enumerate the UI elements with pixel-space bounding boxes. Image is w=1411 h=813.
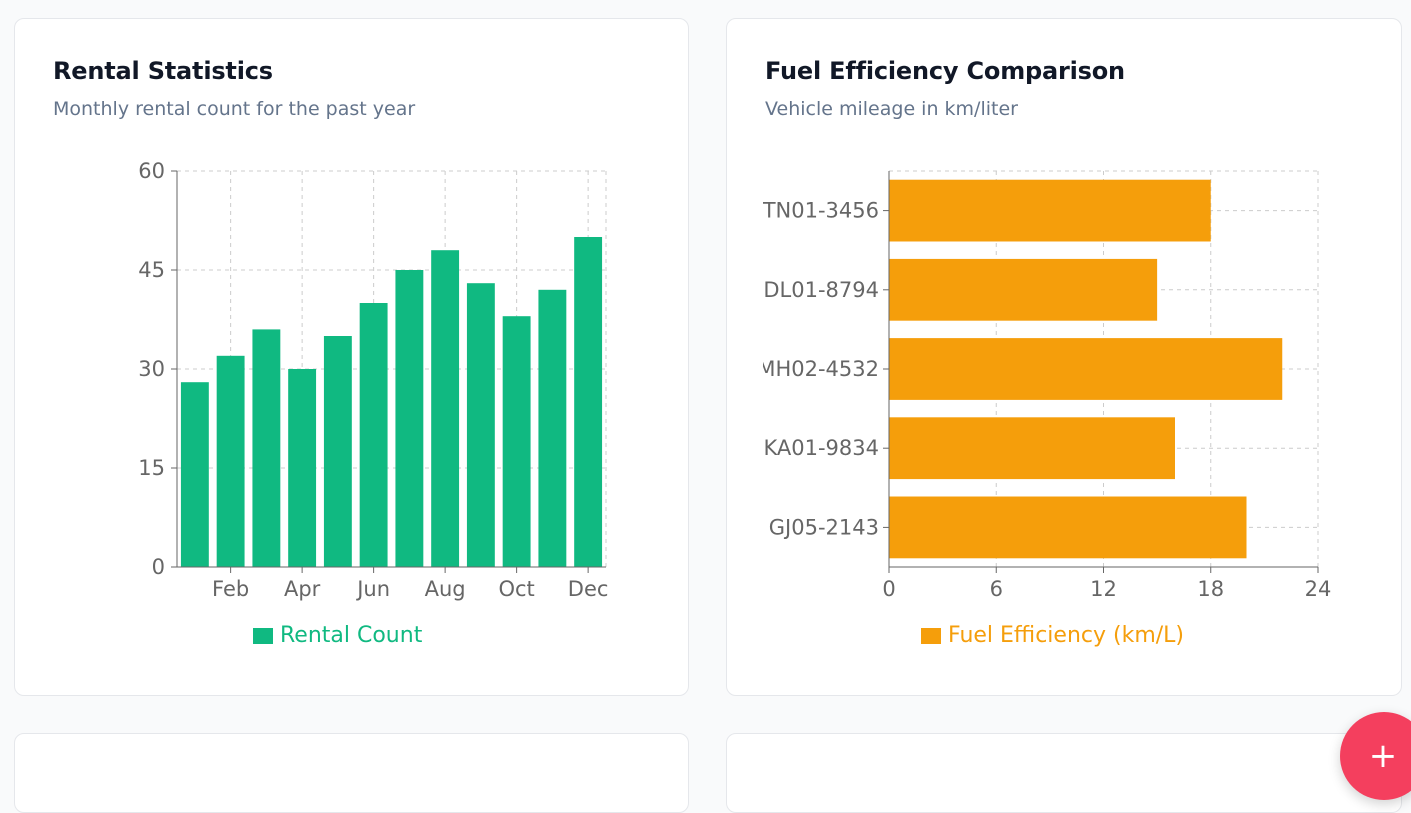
fuel-legend[interactable]: Fuel Efficiency (km/L) [921, 623, 1184, 648]
rental-y-tick-labels: 0 15 30 45 60 [138, 159, 165, 579]
rental-y-tick-label-15: 15 [138, 456, 165, 480]
fuel-x-tick-label-6: 6 [990, 577, 1003, 601]
fuel-y-tick-label-gj05-2143: GJ05-2143 [769, 515, 879, 539]
rental-bar-may [323, 336, 352, 567]
fuel-legend-swatch [921, 628, 941, 644]
rental-bar-aug [431, 250, 460, 567]
rental-y-tick-label-60: 60 [138, 159, 165, 183]
rental-bar-feb [216, 355, 245, 567]
rental-bar-jul [395, 270, 424, 567]
rental-bar-jan [180, 382, 209, 567]
fuel-y-tick-label-mh02-4532: MH02-4532 [757, 357, 879, 381]
fuel-bars [889, 179, 1283, 559]
fuel-x-tick-label-24: 24 [1305, 577, 1332, 601]
rental-x-tick-label-apr: Apr [284, 577, 321, 601]
rental-bar-nov [538, 289, 567, 567]
fuel-bar-ka01-9834 [889, 417, 1175, 480]
rental-x-tick-label-feb: Feb [212, 577, 249, 601]
fuel-x-tick-label-12: 12 [1090, 577, 1117, 601]
rental-bar-sep [466, 283, 495, 567]
rental-bar-apr [288, 369, 317, 567]
fuel-efficiency-card: Fuel Efficiency Comparison Vehicle milea… [726, 18, 1402, 696]
fuel-x-tick-labels: 0 6 12 18 24 [882, 577, 1331, 601]
rental-x-tick-labels: Feb Apr Jun Aug Oct Dec [212, 577, 608, 601]
rental-bar-mar [252, 329, 281, 567]
rental-bar-dec [574, 237, 603, 567]
fuel-chart: TN01-3456 DL01-8794 MH02-4532 KA01-9834 GJ05… [757, 170, 1331, 648]
rental-bar-oct [502, 316, 531, 567]
rental-x-tick-label-oct: Oct [498, 577, 534, 601]
rental-legend-swatch [253, 628, 273, 644]
fuel-y-tick-label-dl01-8794: DL01-8794 [763, 278, 879, 302]
rental-chart: 0 15 30 45 60 Feb Apr Jun Aug Oct Dec Rental Coun… [138, 159, 608, 648]
fuel-bar-gj05-2143 [889, 496, 1247, 559]
rental-y-tick-label-0: 0 [152, 555, 165, 579]
fuel-bar-mh02-4532 [889, 338, 1283, 400]
rental-bar-jun [359, 303, 388, 567]
fuel-y-tick-label-tn01-3456: TN01-3456 [762, 199, 879, 223]
fuel-y-tick-label-ka01-9834: KA01-9834 [763, 436, 879, 460]
rental-legend[interactable]: Rental Count [253, 623, 423, 648]
fuel-legend-label: Fuel Efficiency (km/L) [948, 623, 1184, 648]
rental-y-tick-label-45: 45 [138, 258, 165, 282]
rental-y-tick-label-30: 30 [138, 357, 165, 381]
rental-bars [180, 237, 603, 567]
rental-x-tick-label-dec: Dec [568, 577, 609, 601]
rental-legend-label: Rental Count [280, 623, 423, 648]
bottom-left-card [14, 733, 689, 813]
fuel-x-tick-label-18: 18 [1197, 577, 1224, 601]
fuel-bar-tn01-3456 [889, 179, 1211, 242]
fuel-y-tick-labels: TN01-3456 DL01-8794 MH02-4532 KA01-9834 GJ05… [757, 199, 879, 540]
fuel-x-tick-label-0: 0 [882, 577, 895, 601]
rental-statistics-card: Rental Statistics Monthly rental count f… [14, 18, 689, 696]
fuel-bar-dl01-8794 [889, 258, 1158, 321]
rental-x-tick-label-jun: Jun [355, 577, 390, 601]
rental-x-tick-label-aug: Aug [425, 577, 466, 601]
bottom-right-card [726, 733, 1402, 813]
plus-icon: + [1368, 736, 1398, 776]
